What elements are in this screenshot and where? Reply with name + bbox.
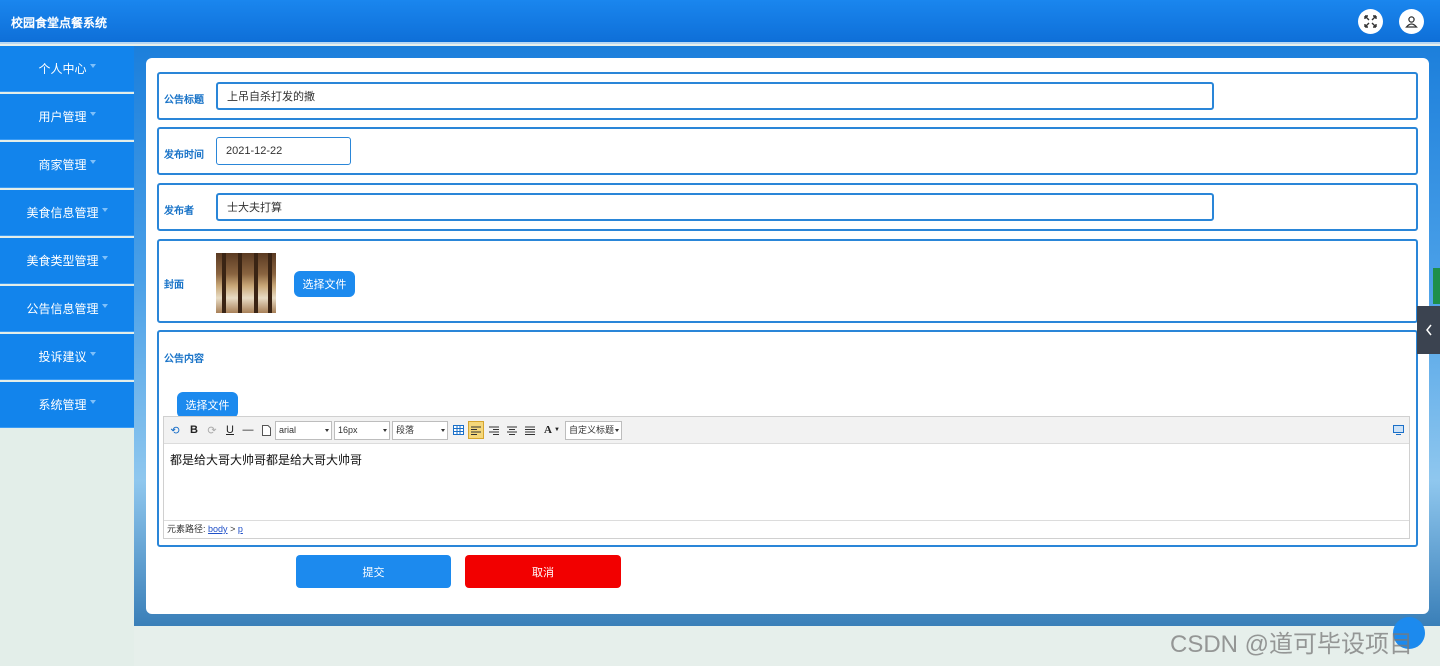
caret-down-icon xyxy=(89,159,96,164)
font-color-icon[interactable]: A ▼ xyxy=(542,421,562,439)
title-input[interactable] xyxy=(216,82,1214,110)
user-icon[interactable] xyxy=(1399,9,1424,34)
sidebar-item-label: 美食信息管理 xyxy=(26,206,99,220)
form-row-publisher: 发布者 xyxy=(157,183,1418,231)
sidebar-item-label: 用户管理 xyxy=(38,110,87,124)
font-family-select[interactable]: arial xyxy=(275,421,332,440)
cancel-button[interactable]: 取消 xyxy=(465,555,621,588)
publisher-input[interactable] xyxy=(216,193,1214,221)
date-input[interactable] xyxy=(216,137,351,165)
sidebar-item-food-types[interactable]: 美食类型管理 xyxy=(0,238,134,284)
chevron-left-icon[interactable] xyxy=(1417,306,1440,354)
form-row-date: 发布时间 xyxy=(157,127,1418,175)
app-title: 校园食堂点餐系统 xyxy=(11,16,108,30)
editor-toolbar: ⟲ B ⟳ U — arial 16px 段落 A ▼ 自定义标题 xyxy=(164,417,1409,444)
sidebar-item-label: 商家管理 xyxy=(38,158,87,172)
top-bar: 校园食堂点餐系统 xyxy=(0,0,1440,44)
sidebar-item-label: 公告信息管理 xyxy=(26,302,99,316)
path-p-link[interactable]: p xyxy=(238,524,243,534)
align-center-icon[interactable] xyxy=(505,421,519,439)
form-row-title: 公告标题 xyxy=(157,72,1418,120)
sidebar-item-system[interactable]: 系统管理 xyxy=(0,382,134,428)
rich-text-editor: ⟲ B ⟳ U — arial 16px 段落 A ▼ 自定义标题 都是给大哥大… xyxy=(163,416,1410,539)
align-left-icon[interactable] xyxy=(468,421,484,439)
publisher-label: 发布者 xyxy=(164,206,194,217)
caret-down-icon xyxy=(89,399,96,404)
caret-down-icon xyxy=(89,111,96,116)
form-row-cover: 封面 选择文件 xyxy=(157,239,1418,323)
caret-down-icon xyxy=(101,303,108,308)
sidebar-item-label: 美食类型管理 xyxy=(26,254,99,268)
caret-down-icon xyxy=(89,63,96,68)
sidebar-item-personal-center[interactable]: 个人中心 xyxy=(0,46,134,92)
form-row-content: 公告内容 选择文件 ⟲ B ⟳ U — arial 16px 段落 A ▼ 自定… xyxy=(157,330,1418,547)
custom-heading-select[interactable]: 自定义标题 xyxy=(565,421,622,440)
cover-label: 封面 xyxy=(164,280,184,291)
sidebar-item-label: 系统管理 xyxy=(38,398,87,412)
document-icon[interactable] xyxy=(259,421,273,439)
horizontal-rule-icon[interactable]: — xyxy=(241,421,255,439)
sidebar-item-food-info[interactable]: 美食信息管理 xyxy=(0,190,134,236)
caret-down-icon xyxy=(101,255,108,260)
sidebar-item-complaints[interactable]: 投诉建议 xyxy=(0,334,134,380)
editor-element-path: 元素路径: body > p xyxy=(164,520,1409,538)
align-right-icon[interactable] xyxy=(487,421,501,439)
fullscreen-icon[interactable] xyxy=(1391,421,1405,439)
sidebar-item-label: 投诉建议 xyxy=(38,350,87,364)
title-label: 公告标题 xyxy=(164,95,204,106)
expand-icon[interactable] xyxy=(1358,9,1383,34)
editor-content[interactable]: 都是给大哥大帅哥都是给大哥大帅哥 xyxy=(170,451,362,468)
content-label: 公告内容 xyxy=(164,354,204,365)
caret-down-icon xyxy=(89,351,96,356)
align-justify-icon[interactable] xyxy=(523,421,537,439)
sidebar-item-users[interactable]: 用户管理 xyxy=(0,94,134,140)
table-icon[interactable] xyxy=(451,421,465,439)
underline-icon[interactable]: U xyxy=(223,421,237,439)
caret-down-icon xyxy=(101,207,108,212)
submit-button[interactable]: 提交 xyxy=(296,555,451,588)
path-body-link[interactable]: body xyxy=(208,524,228,534)
redo-icon[interactable]: ⟳ xyxy=(205,421,219,439)
cover-image xyxy=(216,253,276,313)
watermark: CSDN @道可毕设项目 xyxy=(1170,631,1414,658)
content-choose-file-button[interactable]: 选择文件 xyxy=(177,392,238,418)
date-label: 发布时间 xyxy=(164,150,204,161)
bold-icon[interactable]: B xyxy=(187,421,201,439)
cover-choose-file-button[interactable]: 选择文件 xyxy=(294,271,355,297)
undo-icon[interactable]: ⟲ xyxy=(168,421,182,439)
paragraph-select[interactable]: 段落 xyxy=(392,421,448,440)
sidebar: 个人中心 用户管理 商家管理 美食信息管理 美食类型管理 公告信息管理 投诉建议… xyxy=(0,46,134,666)
sidebar-item-announcements[interactable]: 公告信息管理 xyxy=(0,286,134,332)
edge-strip xyxy=(1433,268,1440,304)
font-size-select[interactable]: 16px xyxy=(334,421,390,440)
sidebar-item-label: 个人中心 xyxy=(38,62,87,76)
sidebar-item-merchants[interactable]: 商家管理 xyxy=(0,142,134,188)
